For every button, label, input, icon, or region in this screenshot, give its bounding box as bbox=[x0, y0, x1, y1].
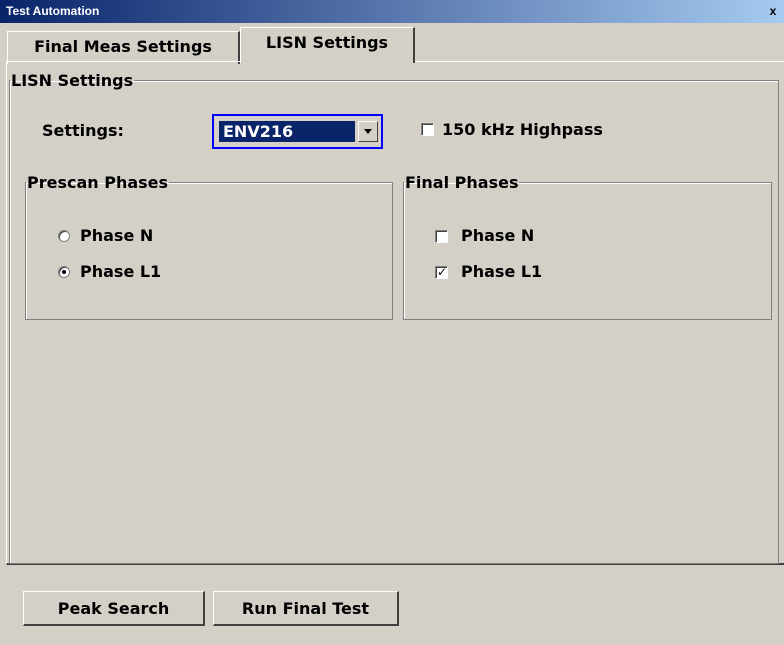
title-bar: Test Automation x bbox=[0, 0, 784, 23]
final-phase-n-checkbox[interactable] bbox=[435, 230, 448, 243]
tab-lisn-settings[interactable]: LISN Settings bbox=[240, 27, 415, 63]
highpass-checkbox[interactable] bbox=[421, 123, 434, 136]
prescan-phase-l1-label[interactable]: Phase L1 bbox=[80, 262, 161, 281]
prescan-phase-n-radio[interactable] bbox=[58, 230, 70, 242]
peak-search-button[interactable]: Peak Search bbox=[23, 591, 205, 626]
final-phase-l1-checkbox[interactable]: ✓ bbox=[435, 265, 448, 279]
settings-dropdown-value: ENV216 bbox=[219, 121, 355, 142]
window-title: Test Automation bbox=[6, 4, 100, 18]
run-final-test-label: Run Final Test bbox=[241, 599, 370, 618]
close-icon[interactable]: x bbox=[766, 5, 780, 18]
run-final-test-button[interactable]: Run Final Test bbox=[213, 591, 399, 626]
lisn-settings-legend: LISN Settings bbox=[11, 71, 134, 90]
check-mark-icon: ✓ bbox=[437, 265, 448, 279]
highpass-label[interactable]: 150 kHz Highpass bbox=[442, 120, 603, 139]
settings-label: Settings: bbox=[42, 121, 124, 140]
settings-dropdown[interactable]: ENV216 bbox=[212, 114, 383, 149]
prescan-phases-group: Prescan Phases bbox=[25, 173, 393, 320]
peak-search-label: Peak Search bbox=[57, 599, 170, 618]
final-phases-legend: Final Phases bbox=[405, 173, 519, 192]
chevron-down-icon[interactable] bbox=[358, 121, 378, 142]
prescan-phase-n-label[interactable]: Phase N bbox=[80, 226, 153, 245]
tab-final-meas-settings[interactable]: Final Meas Settings bbox=[7, 31, 240, 64]
prescan-phase-l1-radio[interactable] bbox=[58, 266, 70, 278]
tab-label: LISN Settings bbox=[265, 33, 389, 52]
tab-label: Final Meas Settings bbox=[34, 37, 212, 56]
final-phase-n-label[interactable]: Phase N bbox=[461, 226, 534, 245]
radio-selected-dot bbox=[62, 270, 66, 274]
prescan-phases-legend: Prescan Phases bbox=[27, 173, 169, 192]
final-phase-l1-label[interactable]: Phase L1 bbox=[461, 262, 542, 281]
final-phases-group: Final Phases bbox=[403, 173, 772, 320]
